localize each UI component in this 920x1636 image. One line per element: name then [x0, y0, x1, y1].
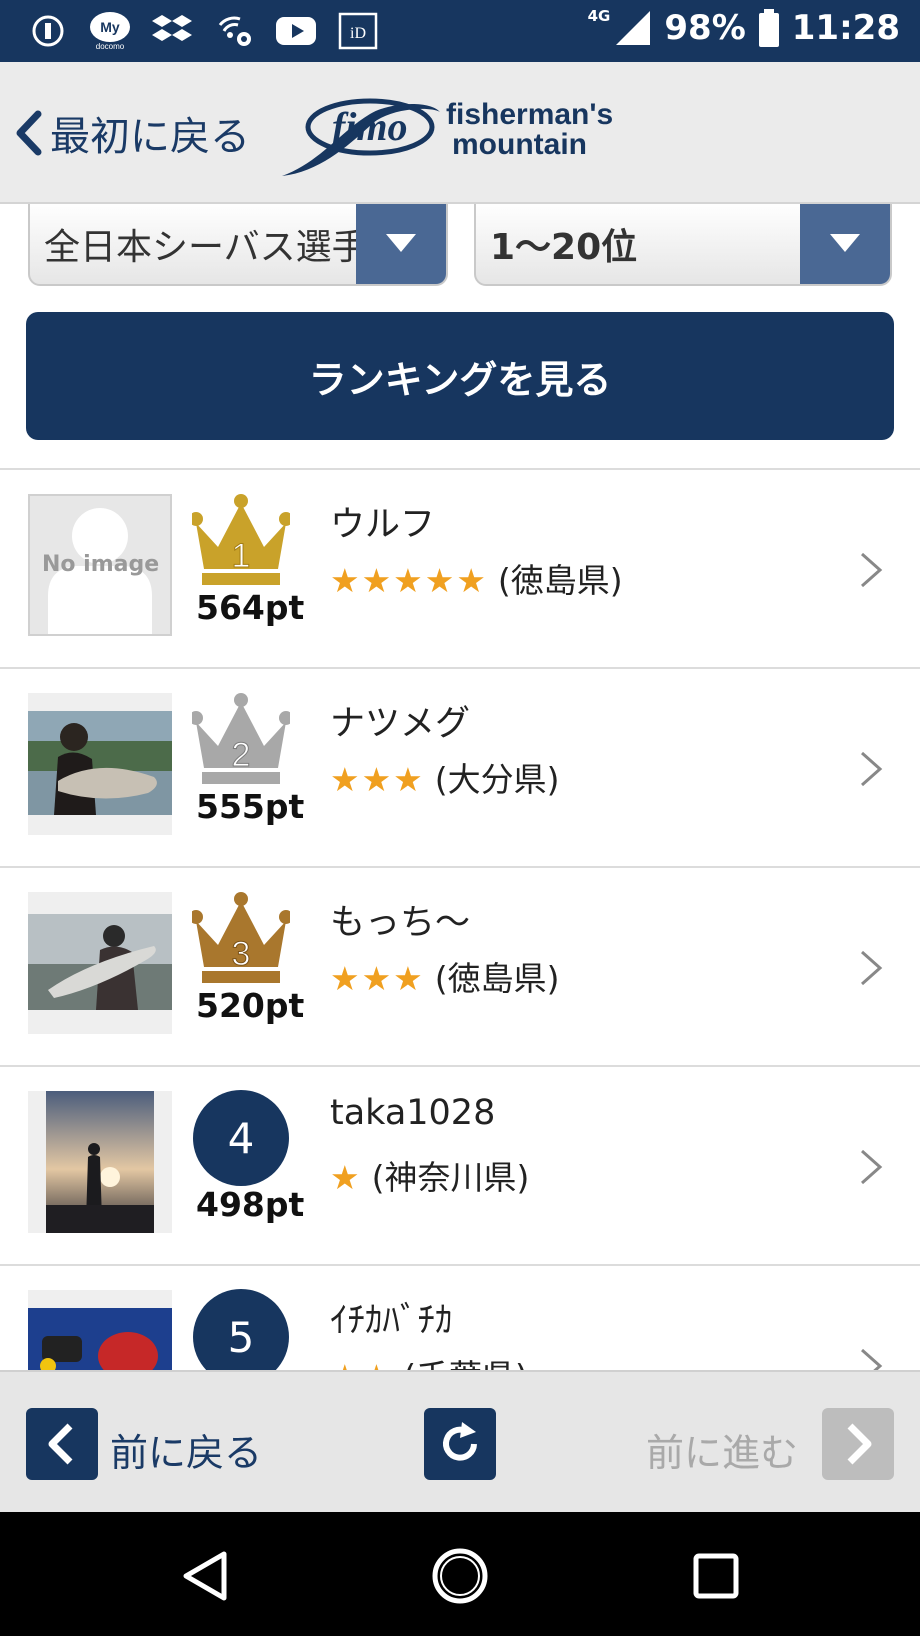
angler-meta: ★ (神奈川県)	[330, 1151, 529, 1199]
rating-stars: ★★★	[330, 760, 425, 799]
back-label[interactable]: 前に戻る	[110, 1422, 262, 1477]
prefecture: (神奈川県)	[371, 1158, 530, 1197]
svg-text:2: 2	[232, 736, 251, 774]
back-button[interactable]	[26, 1408, 98, 1480]
angler-meta: ★★★★★ (徳島県)	[330, 554, 623, 602]
prefecture: (徳島県)	[497, 561, 623, 600]
prefecture: (千葉県)	[403, 1357, 528, 1370]
rank-badge: 4	[192, 1089, 290, 1187]
chevron-down-icon	[800, 204, 890, 284]
my-docomo-icon: My docomo	[88, 10, 132, 52]
svg-text:mountain: mountain	[452, 128, 587, 161]
angler-name: taka1028	[330, 1093, 496, 1133]
ranking-row[interactable]: No image 1 564pt ウルフ ★★★★★ (徳島県)	[0, 470, 920, 669]
angler-meta: ★★★ (徳島県)	[330, 952, 560, 1000]
bronze-crown-icon: 3	[192, 890, 290, 988]
id-icon: iD	[336, 10, 380, 52]
forward-button	[822, 1408, 894, 1480]
chevron-right-icon	[861, 552, 883, 588]
chevron-down-icon	[356, 204, 446, 284]
angler-photo	[28, 892, 172, 1034]
ranking-row[interactable]: 5 ｲﾁｶﾊﾞﾁｶ ★★ (千葉県)	[0, 1266, 920, 1370]
battery-percent: 98%	[664, 8, 746, 48]
forward-label: 前に進む	[646, 1431, 799, 1475]
no-image-label: No image	[42, 552, 160, 577]
dropbox-icon	[150, 10, 194, 52]
points: 498pt	[196, 1185, 305, 1224]
rating-stars: ★	[330, 1158, 362, 1197]
svg-text:fisherman's: fisherman's	[446, 98, 613, 131]
chevron-right-icon	[861, 751, 883, 787]
ranking-row[interactable]: 2 555pt ナツメグ ★★★ (大分県)	[0, 669, 920, 868]
tournament-select-value: 全日本シーバス選手	[44, 227, 368, 268]
reload-icon	[443, 1422, 477, 1461]
gold-crown-icon: 1	[192, 492, 290, 590]
network-type: 4G	[587, 7, 611, 25]
signal-icon	[616, 11, 651, 45]
angler-name: ｲﾁｶﾊﾞﾁｶ	[330, 1301, 453, 1341]
prefecture: (徳島県)	[434, 959, 560, 998]
chevron-left-icon	[48, 1423, 73, 1465]
chevron-left-icon	[16, 110, 42, 156]
app-header: 最初に戻る fimo fisherman's mountain	[0, 62, 920, 204]
ranking-list: No image 1 564pt ウルフ ★★★★★ (徳島県) 2 555pt…	[0, 470, 920, 1370]
chevron-right-icon	[861, 950, 883, 986]
angler-name: もっち〜	[330, 903, 471, 943]
ranking-page: 全日本シーバス選手 1〜20位 ランキングを見る No image 1 564p…	[0, 204, 920, 1370]
sync-icon	[26, 10, 70, 52]
angler-photo: No image	[28, 494, 172, 636]
svg-text:1: 1	[232, 537, 251, 575]
chevron-right-icon	[861, 1149, 883, 1185]
rating-stars: ★★★	[330, 959, 425, 998]
angler-name: ナツメグ	[330, 704, 471, 744]
chevron-right-icon	[861, 1348, 883, 1370]
silver-crown-icon: 2	[192, 691, 290, 789]
rank-badge: 5	[192, 1288, 290, 1370]
youtube-icon	[274, 10, 318, 52]
ranking-row[interactable]: 4 498pt taka1028 ★ (神奈川県)	[0, 1067, 920, 1266]
angler-photo	[28, 1091, 172, 1233]
tournament-select[interactable]: 全日本シーバス選手	[28, 204, 448, 286]
svg-text:My: My	[100, 19, 120, 35]
prefecture: (大分県)	[434, 760, 560, 799]
view-ranking-button[interactable]: ランキングを見る	[26, 312, 894, 440]
angler-photo	[28, 1290, 172, 1370]
battery-icon	[758, 9, 779, 47]
chevron-right-icon	[847, 1423, 872, 1465]
svg-text:3: 3	[232, 935, 251, 973]
angler-name: ウルフ	[330, 505, 436, 545]
rank-range-select-value: 1〜20位	[490, 227, 638, 268]
back-triangle-icon[interactable]	[180, 1550, 232, 1602]
rating-stars: ★★	[330, 1357, 393, 1370]
svg-text:fimo: fimo	[332, 104, 408, 149]
ranking-row[interactable]: 3 520pt もっち〜 ★★★ (徳島県)	[0, 868, 920, 1067]
android-nav-bar	[0, 1512, 920, 1636]
svg-text:docomo: docomo	[96, 42, 125, 51]
angler-photo	[28, 693, 172, 835]
points: 520pt	[196, 986, 305, 1025]
angler-meta: ★★ (千葉県)	[330, 1350, 528, 1370]
points: 564pt	[196, 588, 305, 627]
points: 555pt	[196, 787, 305, 826]
reload-button[interactable]	[424, 1408, 496, 1480]
back-to-start-label: 最初に戻る	[50, 114, 250, 160]
clock: 11:28	[791, 8, 900, 48]
rating-stars: ★★★★★	[330, 561, 488, 600]
svg-text:iD: iD	[350, 25, 366, 42]
browser-nav-bar: 前に戻る 前に進む	[0, 1370, 920, 1512]
recents-square-icon[interactable]	[692, 1552, 740, 1600]
fimo-logo[interactable]: fimo fisherman's mountain	[280, 92, 640, 182]
rank-range-select[interactable]: 1〜20位	[474, 204, 892, 286]
status-bar: My docomo iD 4G 98% 11:28	[0, 0, 920, 62]
home-circle-icon[interactable]	[430, 1546, 490, 1606]
wifi-settings-icon	[212, 10, 256, 52]
back-to-start-button[interactable]: 最初に戻る	[14, 104, 250, 162]
angler-meta: ★★★ (大分県)	[330, 753, 560, 801]
